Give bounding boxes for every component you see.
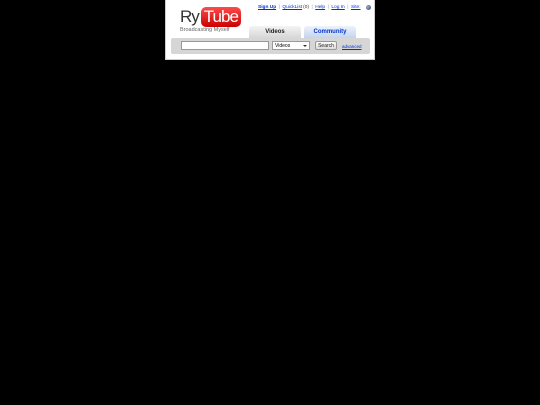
advanced-search-link[interactable]: advanced: [342, 44, 362, 49]
tab-community[interactable]: Community: [304, 26, 356, 38]
site-link[interactable]: Site:: [351, 5, 361, 10]
separator: |: [311, 5, 313, 10]
help-link[interactable]: Help: [315, 5, 325, 10]
search-category-value: Videos: [275, 42, 291, 49]
log-in-link[interactable]: Log In: [331, 5, 344, 10]
logo-box: Tube: [200, 7, 241, 27]
separator: |: [278, 5, 280, 10]
sign-up-link[interactable]: Sign Up: [258, 5, 276, 10]
separator: |: [347, 5, 349, 10]
globe-icon[interactable]: [365, 5, 371, 10]
chevron-down-icon: [303, 44, 307, 47]
quicklist-link[interactable]: QuickList: [282, 5, 302, 10]
header-panel: Ry Tube Broadcasting Myself Sign Up | Qu…: [165, 0, 375, 60]
logo-box-text: Tube: [203, 7, 239, 26]
tab-videos[interactable]: Videos: [249, 26, 301, 38]
search-button[interactable]: Search: [315, 41, 337, 50]
search-category-select[interactable]: Videos: [272, 41, 310, 50]
separator: |: [327, 5, 329, 10]
utility-links: Sign Up | QuickList (0) | Help | Log In …: [258, 5, 371, 10]
logo-prefix: Ry: [180, 7, 200, 26]
site-logo[interactable]: Ry Tube: [180, 6, 241, 28]
quicklist-count: (0): [303, 5, 309, 10]
search-input[interactable]: [181, 41, 269, 50]
logo-tagline: Broadcasting Myself: [180, 27, 230, 33]
search-bar: Videos Search advanced: [171, 38, 370, 54]
